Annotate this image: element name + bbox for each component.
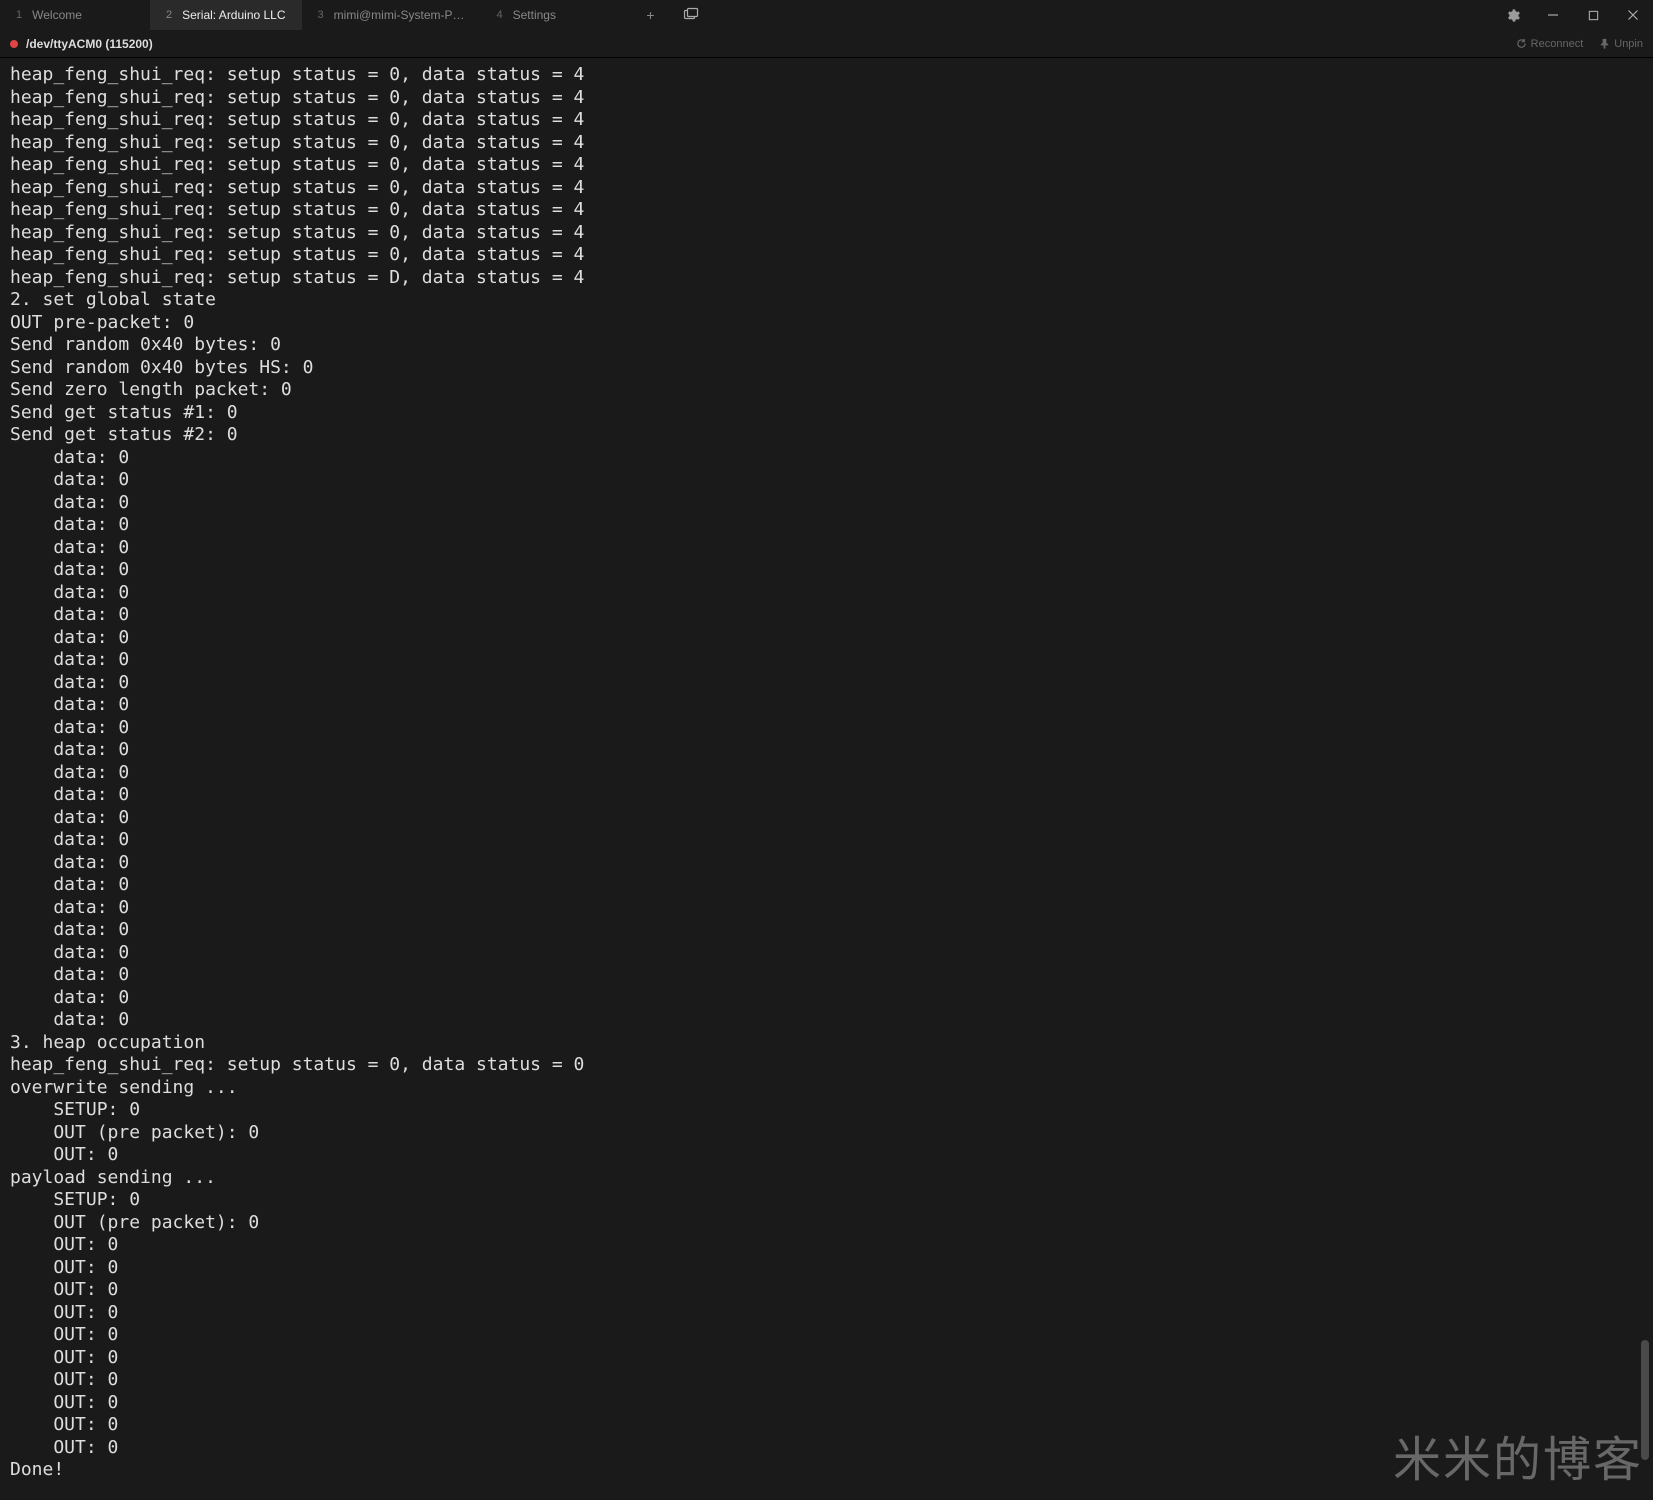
new-tab-button[interactable]: + — [631, 0, 671, 30]
terminal-output[interactable]: heap_feng_shui_req: setup status = 0, da… — [0, 58, 1653, 1500]
reconnect-icon — [1516, 38, 1527, 49]
reconnect-button[interactable]: Reconnect — [1516, 38, 1584, 50]
plus-icon: + — [646, 7, 654, 23]
tab-terminal-session[interactable]: 3 mimi@mimi-System-P… — [302, 0, 481, 30]
unpin-label: Unpin — [1614, 38, 1643, 50]
titlebar: 1 Welcome 2 Serial: Arduino LLC 3 mimi@m… — [0, 0, 1653, 30]
tab-title: Serial: Arduino LLC — [182, 8, 285, 22]
minimize-icon — [1547, 9, 1559, 21]
tab-welcome[interactable]: 1 Welcome — [0, 0, 150, 30]
gear-icon — [1506, 8, 1521, 23]
connection-status-dot — [10, 40, 18, 48]
reconnect-label: Reconnect — [1531, 38, 1584, 50]
maximize-button[interactable] — [1573, 0, 1613, 30]
tab-settings[interactable]: 4 Settings — [481, 0, 631, 30]
scrollbar-track[interactable] — [1639, 58, 1649, 1500]
window-controls — [1493, 0, 1653, 30]
minimize-button[interactable] — [1533, 0, 1573, 30]
window-overview-icon — [683, 7, 699, 23]
tab-title: Settings — [513, 8, 556, 22]
port-label: /dev/ttyACM0 (115200) — [26, 37, 153, 51]
connection-bar: /dev/ttyACM0 (115200) Reconnect Unpin — [0, 30, 1653, 58]
maximize-icon — [1588, 10, 1599, 21]
tab-title: Welcome — [32, 8, 82, 22]
tab-strip: 1 Welcome 2 Serial: Arduino LLC 3 mimi@m… — [0, 0, 1493, 30]
tab-num: 2 — [166, 9, 172, 21]
pin-icon — [1599, 38, 1610, 49]
close-button[interactable] — [1613, 0, 1653, 30]
tab-title: mimi@mimi-System-P… — [334, 8, 465, 22]
close-icon — [1627, 9, 1639, 21]
tab-serial[interactable]: 2 Serial: Arduino LLC — [150, 0, 302, 30]
tab-num: 4 — [497, 9, 503, 21]
scrollbar-thumb[interactable] — [1641, 1340, 1649, 1460]
unpin-button[interactable]: Unpin — [1599, 38, 1643, 50]
tab-overview-button[interactable] — [671, 0, 711, 30]
tab-num: 1 — [16, 9, 22, 21]
settings-button[interactable] — [1493, 0, 1533, 30]
tab-num: 3 — [318, 9, 324, 21]
